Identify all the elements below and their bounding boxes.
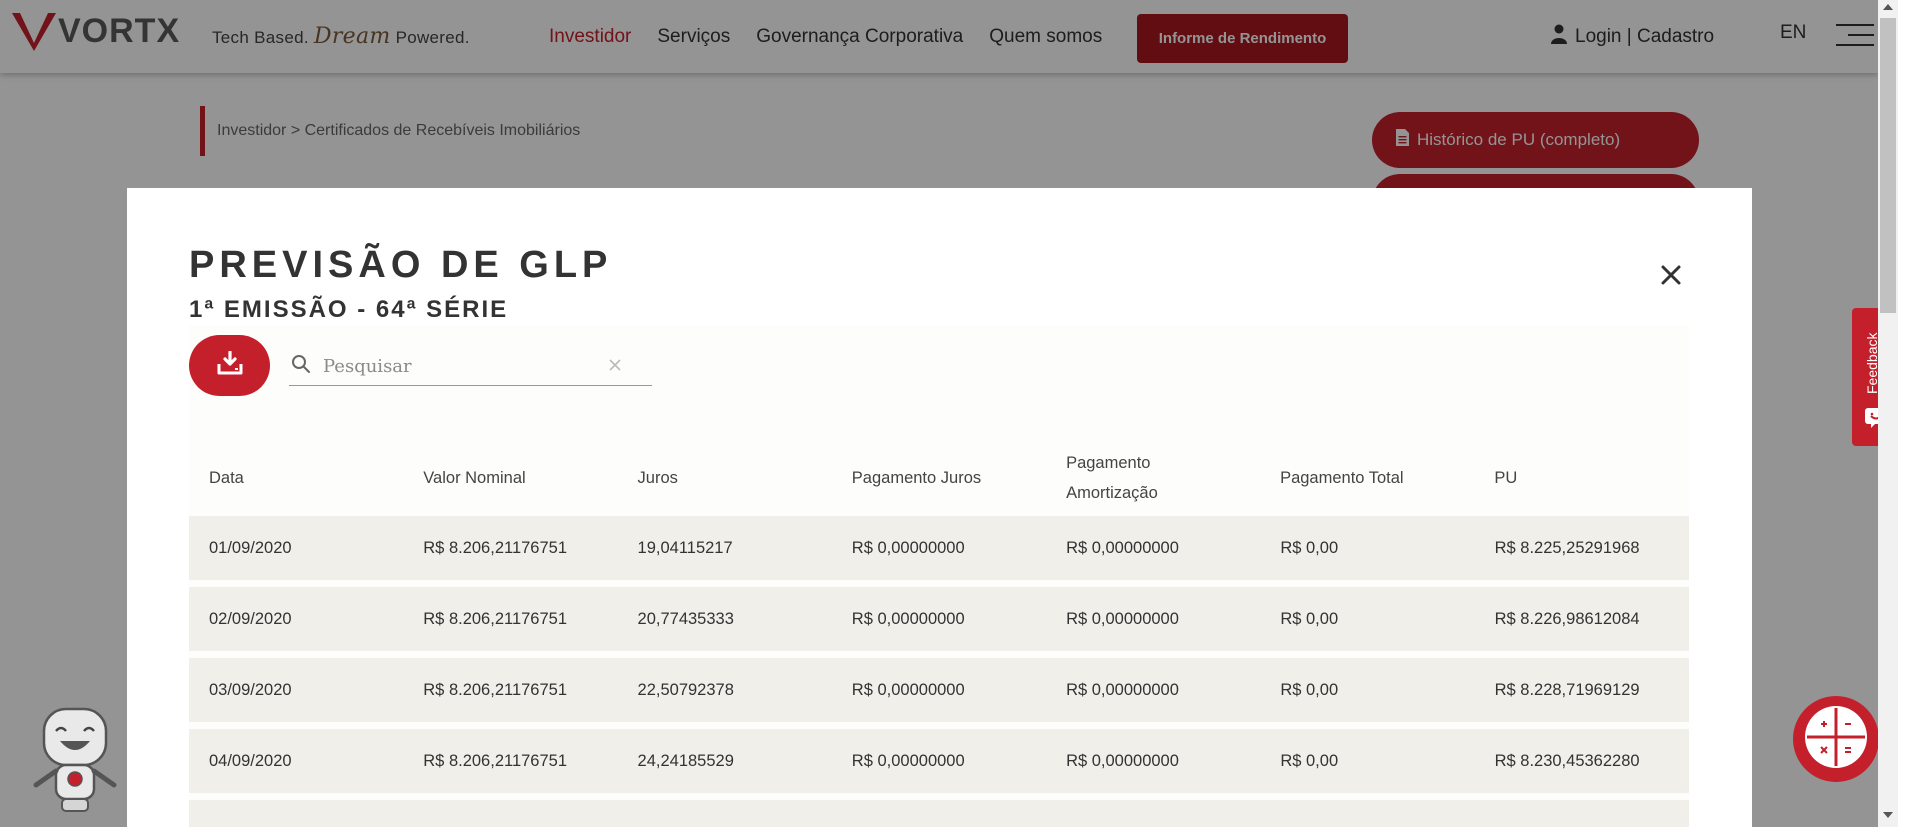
cell-pagamento-amortizacao: R$ 0,00000000 xyxy=(1066,751,1179,770)
cell-pu: R$ 8.225,25291968 xyxy=(1494,538,1640,557)
cell-pagamento-juros: R$ 0,00000000 xyxy=(851,680,965,699)
close-icon[interactable] xyxy=(1656,260,1686,290)
calculator-button[interactable] xyxy=(1793,696,1879,782)
cell-juros: 19,04115217 xyxy=(637,538,733,557)
table-row-partial[interactable] xyxy=(189,800,1689,827)
modal-subtitle: 1ª EMISSÃO - 64ª SÉRIE xyxy=(189,296,509,323)
search-field xyxy=(289,348,652,386)
cell-pagamento-total: R$ 0,00 xyxy=(1280,680,1339,699)
cell-data: 02/09/2020 xyxy=(209,609,292,628)
cell-data: 03/09/2020 xyxy=(209,680,292,699)
column-header-pagamento-total[interactable]: Pagamento Total xyxy=(1260,463,1474,493)
download-button[interactable] xyxy=(189,335,270,396)
cell-valor-nominal: R$ 8.206,21176751 xyxy=(423,680,568,699)
chatbot-robot-icon[interactable] xyxy=(30,705,120,813)
cell-valor-nominal: R$ 8.206,21176751 xyxy=(423,609,568,628)
cell-pu: R$ 8.228,71969129 xyxy=(1494,680,1640,699)
cell-pagamento-total: R$ 0,00 xyxy=(1280,538,1339,557)
cell-pagamento-amortizacao: R$ 0,00000000 xyxy=(1066,680,1179,699)
clear-search-icon[interactable] xyxy=(606,356,624,374)
page-scrollbar[interactable] xyxy=(1878,0,1898,827)
download-icon xyxy=(217,350,243,380)
cell-data: 04/09/2020 xyxy=(209,751,292,770)
cell-pagamento-amortizacao: R$ 0,00000000 xyxy=(1066,609,1179,628)
scroll-down-arrow-icon[interactable] xyxy=(1883,812,1893,818)
cell-juros: 24,24185529 xyxy=(637,751,734,770)
cell-pagamento-juros: R$ 0,00000000 xyxy=(851,538,965,557)
scrollbar-thumb[interactable] xyxy=(1880,18,1896,313)
cell-pu: R$ 8.230,45362280 xyxy=(1494,751,1640,770)
table-row[interactable]: 01/09/2020 R$ 8.206,21176751 19,04115217… xyxy=(189,516,1689,580)
previsao-glp-modal: PREVISÃO DE GLP 1ª EMISSÃO - 64ª SÉRIE D… xyxy=(127,188,1752,827)
cell-pagamento-amortizacao: R$ 0,00000000 xyxy=(1066,538,1179,557)
scroll-up-arrow-icon[interactable] xyxy=(1883,4,1893,10)
calculator-icon xyxy=(1803,704,1869,775)
window-edge xyxy=(1898,0,1920,827)
search-input[interactable] xyxy=(323,356,603,377)
table-row[interactable]: 04/09/2020 R$ 8.206,21176751 24,24185529… xyxy=(189,729,1689,793)
cell-juros: 20,77435333 xyxy=(637,609,734,628)
cell-data: 01/09/2020 xyxy=(209,538,292,557)
cell-pagamento-total: R$ 0,00 xyxy=(1280,751,1339,770)
column-header-juros[interactable]: Juros xyxy=(618,463,832,493)
cell-valor-nominal: R$ 8.206,21176751 xyxy=(423,751,568,770)
column-header-data[interactable]: Data xyxy=(189,463,403,493)
cell-pagamento-juros: R$ 0,00000000 xyxy=(851,609,965,628)
search-icon xyxy=(289,354,319,379)
column-header-pu[interactable]: PU xyxy=(1474,463,1688,493)
column-header-valor-nominal[interactable]: Valor Nominal xyxy=(403,463,617,493)
cell-pu: R$ 8.226,98612084 xyxy=(1494,609,1640,628)
cell-pagamento-juros: R$ 0,00000000 xyxy=(851,751,965,770)
table-row[interactable]: 03/09/2020 R$ 8.206,21176751 22,50792378… xyxy=(189,658,1689,722)
cell-pagamento-total: R$ 0,00 xyxy=(1280,609,1339,628)
column-header-pagamento-amortizacao[interactable]: Pagamento Amortização xyxy=(1046,448,1260,508)
cell-juros: 22,50792378 xyxy=(637,680,734,699)
table-row[interactable]: 02/09/2020 R$ 8.206,21176751 20,77435333… xyxy=(189,587,1689,651)
cell-valor-nominal: R$ 8.206,21176751 xyxy=(423,538,568,557)
modal-title: PREVISÃO DE GLP xyxy=(189,244,613,286)
column-header-pagamento-juros[interactable]: Pagamento Juros xyxy=(832,463,1046,493)
